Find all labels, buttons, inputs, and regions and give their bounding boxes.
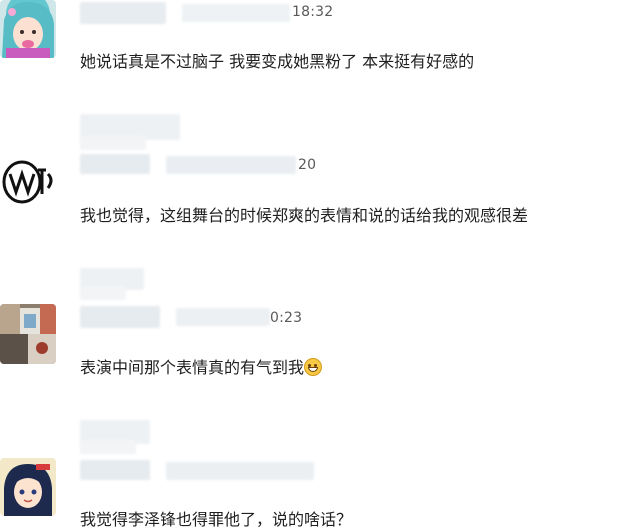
photo-collage-avatar-icon[interactable] [0, 304, 56, 364]
blurred-username [80, 306, 160, 328]
comment-text: 我也觉得，这组舞台的时候郑爽的表情和说的话给我的观感很差 [80, 206, 529, 225]
anime-character-avatar-icon[interactable] [0, 458, 56, 516]
comment-item: 20 我也觉得，这组舞台的时候郑爽的表情和说的话给我的观感很差 [0, 112, 640, 232]
blurred-username [80, 2, 166, 24]
comment-text: 她说话真是不过脑子 我要变成她黑粉了 本来挺有好感的 [80, 52, 475, 71]
blurred-username [176, 308, 270, 326]
comment-item: 0:23 表演中间那个表情真的有气到我 [0, 264, 640, 384]
blurred-username [80, 154, 150, 174]
cartoon-girl-avatar-icon[interactable] [0, 0, 56, 58]
blurred-username [166, 156, 296, 174]
comment-text: 我觉得李泽锋也得罪他了，说的啥话？ [80, 510, 353, 529]
grinning-face-emoji-icon [304, 358, 323, 376]
comment-text: 表演中间那个表情真的有气到我 [80, 354, 323, 378]
hand-drawn-logo-avatar-icon[interactable] [0, 152, 56, 210]
comment-item: 18:32 她说话真是不过脑子 我要变成她黑粉了 本来挺有好感的 [0, 0, 640, 80]
blurred-username [80, 460, 150, 480]
comment-timestamp: 0:23 [270, 310, 303, 326]
blurred-reply-quote [80, 440, 136, 454]
comment-timestamp: 18:32 [292, 4, 334, 20]
blurred-reply-quote [80, 286, 126, 300]
blurred-username [166, 462, 314, 480]
comment-text-body: 表演中间那个表情真的有气到我 [80, 358, 305, 377]
blurred-reply-quote [80, 136, 146, 150]
comment-timestamp: 20 [298, 157, 317, 173]
comment-item: 我觉得李泽锋也得罪他了，说的啥话？ [0, 416, 640, 532]
blurred-username [182, 4, 290, 22]
